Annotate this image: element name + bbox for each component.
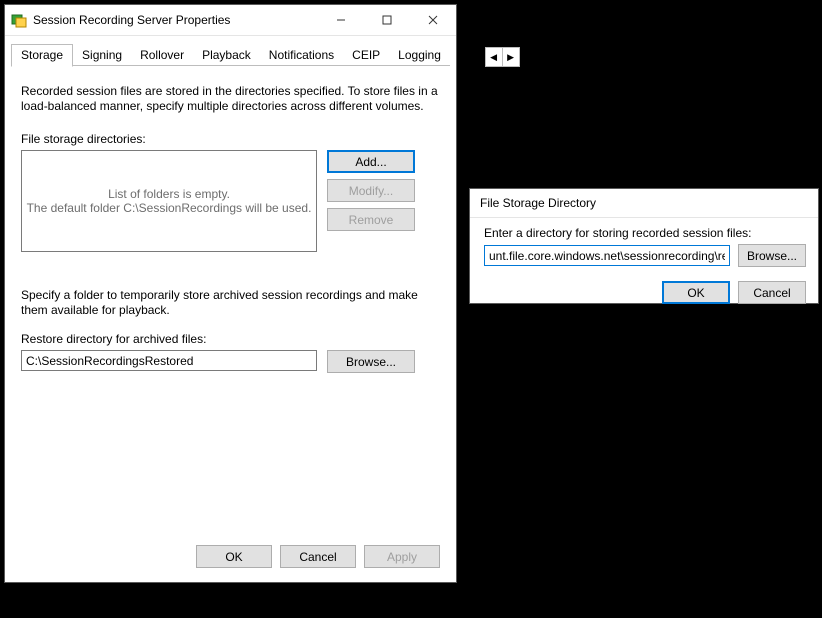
tab-rollover[interactable]: Rollover [131, 45, 193, 66]
list-label: File storage directories: [21, 132, 440, 146]
tab-notifications[interactable]: Notifications [260, 45, 343, 66]
add-button[interactable]: Add... [327, 150, 415, 173]
tab-scroll-right[interactable]: ▶ [503, 47, 520, 67]
modify-button[interactable]: Modify... [327, 179, 415, 202]
storage-description: Recorded session files are stored in the… [21, 84, 440, 114]
dialog-browse-button[interactable]: Browse... [738, 244, 806, 267]
restore-description: Specify a folder to temporarily store ar… [21, 288, 440, 318]
tab-content: Recorded session files are stored in the… [5, 66, 456, 373]
window-controls [318, 5, 456, 35]
browse-button[interactable]: Browse... [327, 350, 415, 373]
app-icon [11, 12, 27, 28]
directory-input[interactable] [484, 245, 730, 266]
dialog-prompt: Enter a directory for storing recorded s… [484, 226, 806, 240]
apply-button[interactable]: Apply [364, 545, 440, 568]
directory-listbox[interactable]: List of folders is empty. The default fo… [21, 150, 317, 252]
minimize-button[interactable] [318, 5, 364, 35]
tab-scroll-left[interactable]: ◀ [485, 47, 503, 67]
titlebar[interactable]: Session Recording Server Properties [5, 5, 456, 36]
ok-button[interactable]: OK [196, 545, 272, 568]
tabstrip: Storage Signing Rollover Playback Notifi… [5, 36, 456, 66]
tab-signing[interactable]: Signing [73, 45, 131, 66]
window-title: Session Recording Server Properties [33, 13, 318, 27]
tab-storage[interactable]: Storage [11, 44, 73, 67]
file-storage-dialog: File Storage Directory Enter a directory… [469, 188, 819, 304]
tab-playback[interactable]: Playback [193, 45, 260, 66]
listbox-empty-text: List of folders is empty. The default fo… [27, 187, 312, 215]
dialog-ok-button[interactable]: OK [662, 281, 730, 304]
maximize-button[interactable] [364, 5, 410, 35]
remove-button[interactable]: Remove [327, 208, 415, 231]
tab-logging[interactable]: Logging [389, 45, 450, 66]
cancel-button[interactable]: Cancel [280, 545, 356, 568]
dialog-title: File Storage Directory [480, 196, 818, 210]
close-button[interactable] [410, 5, 456, 35]
properties-window: Session Recording Server Properties Stor… [4, 4, 457, 583]
restore-directory-input[interactable] [21, 350, 317, 371]
tab-ceip[interactable]: CEIP [343, 45, 389, 66]
dialog-buttons: OK Cancel Apply [196, 545, 440, 568]
dialog-titlebar[interactable]: File Storage Directory [470, 189, 818, 218]
tab-rbac[interactable]: RB [450, 45, 485, 66]
dialog-cancel-button[interactable]: Cancel [738, 281, 806, 304]
restore-label: Restore directory for archived files: [21, 332, 440, 346]
